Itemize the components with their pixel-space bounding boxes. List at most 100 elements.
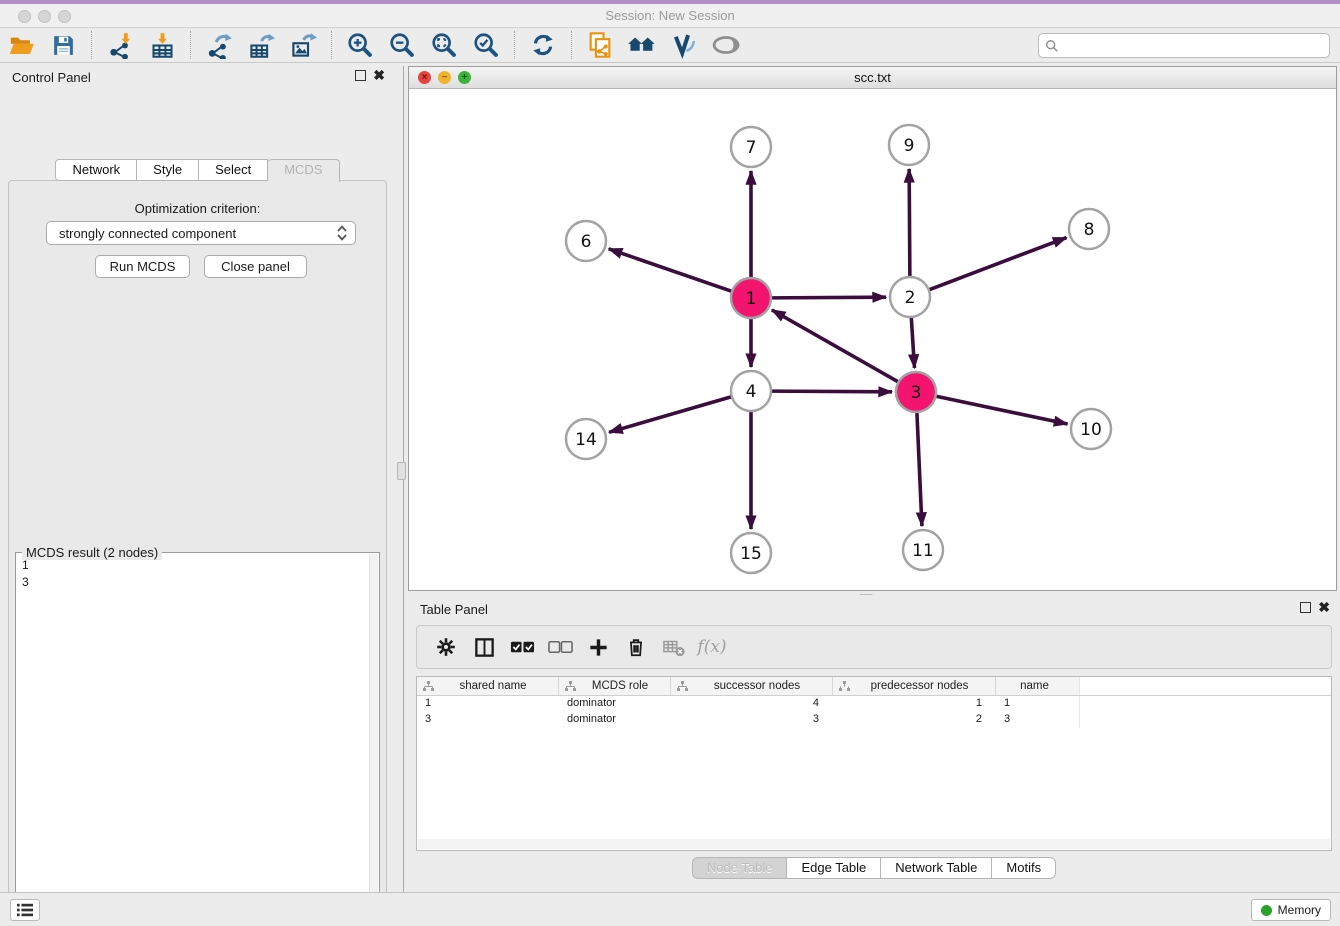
graph-edge-2-9[interactable]: [909, 169, 910, 277]
task-list-icon: [16, 902, 34, 918]
cell-shared-name[interactable]: 1: [417, 696, 559, 712]
graph-edge-3-10[interactable]: [936, 396, 1068, 424]
table-panel-tabs: Node Table Edge Table Network Table Moti…: [408, 857, 1340, 879]
graph-node-label-14: 14: [575, 430, 597, 450]
search-box[interactable]: [1038, 33, 1330, 58]
graph-edge-1-6[interactable]: [609, 249, 732, 292]
zoom-selected-icon[interactable]: [470, 30, 502, 60]
table-panel-title: Table Panel: [420, 602, 488, 617]
open-session-icon[interactable]: [5, 30, 37, 60]
cell-shared-name[interactable]: 3: [417, 712, 559, 728]
cell-successor-nodes[interactable]: 4: [671, 696, 833, 712]
select-all-icon[interactable]: [505, 631, 539, 663]
splitter-grip[interactable]: [397, 462, 406, 480]
save-session-icon[interactable]: [47, 30, 79, 60]
table-header-row: shared name MCDS role successor nodes pr…: [417, 677, 1331, 696]
graph-node-label-7: 7: [746, 138, 757, 158]
tab-style[interactable]: Style: [137, 159, 199, 181]
tab-select[interactable]: Select: [199, 159, 268, 181]
export-image-icon[interactable]: [287, 30, 319, 60]
deselect-all-icon[interactable]: [543, 631, 577, 663]
style-brush-icon[interactable]: [668, 30, 700, 60]
table-row[interactable]: 3 dominator 3 2 3: [417, 712, 1331, 728]
column-header-mcds-role[interactable]: MCDS role: [559, 677, 671, 695]
float-panel-icon[interactable]: [1300, 602, 1311, 613]
toolbar-separator: [91, 31, 92, 59]
network-window-title: scc.txt: [409, 70, 1336, 85]
tab-motifs[interactable]: Motifs: [992, 857, 1056, 879]
home-icon[interactable]: [626, 30, 658, 60]
optimization-criterion-select[interactable]: strongly connected component: [46, 221, 356, 245]
result-scrollbar[interactable]: [369, 554, 378, 926]
zoom-out-icon[interactable]: [386, 30, 418, 60]
selected-option: strongly connected component: [59, 226, 335, 241]
search-icon: [1045, 39, 1059, 53]
mcds-result-item[interactable]: 3: [22, 574, 363, 591]
graph-edge-3-11[interactable]: [917, 412, 922, 526]
node-table: shared name MCDS role successor nodes pr…: [416, 676, 1332, 851]
graph-node-label-2: 2: [905, 288, 916, 308]
import-table-icon[interactable]: [146, 30, 178, 60]
zoom-in-icon[interactable]: [344, 30, 376, 60]
mcds-result-group: MCDS result (2 nodes) 1 3: [15, 552, 380, 926]
memory-button[interactable]: Memory: [1251, 899, 1331, 921]
column-header-name[interactable]: name: [996, 677, 1080, 695]
graph-edge-1-2[interactable]: [771, 297, 886, 298]
refresh-icon[interactable]: [527, 30, 559, 60]
graph-edge-4-14[interactable]: [609, 397, 732, 433]
function-builder-icon[interactable]: f(x): [695, 631, 729, 663]
export-table-icon[interactable]: [245, 30, 277, 60]
cell-name[interactable]: 3: [996, 712, 1080, 728]
cell-successor-nodes[interactable]: 3: [671, 712, 833, 728]
status-bar: Memory: [0, 892, 1340, 926]
panel-splitter[interactable]: [395, 63, 408, 892]
mcds-tab-content: Optimization criterion: strongly connect…: [8, 180, 387, 926]
float-panel-icon[interactable]: [355, 70, 366, 81]
cell-mcds-role[interactable]: dominator: [559, 712, 671, 728]
task-console-button[interactable]: [10, 899, 40, 921]
close-panel-icon[interactable]: ✖: [1318, 602, 1330, 613]
cell-predecessor-nodes[interactable]: 2: [833, 712, 996, 728]
table-horizontal-scrollbar[interactable]: [418, 839, 1330, 849]
graph-edge-3-1[interactable]: [772, 310, 899, 382]
tab-node-table[interactable]: Node Table: [692, 857, 788, 879]
network-copy-icon[interactable]: [584, 30, 616, 60]
settings-gear-icon[interactable]: [429, 631, 463, 663]
table-row[interactable]: 1 dominator 4 1 1: [417, 696, 1331, 712]
close-panel-icon[interactable]: ✖: [373, 70, 385, 81]
delete-table-icon[interactable]: [657, 631, 691, 663]
export-network-icon[interactable]: [203, 30, 235, 60]
search-input[interactable]: [1059, 36, 1329, 56]
column-header-successor-nodes[interactable]: successor nodes: [671, 677, 833, 695]
main-toolbar: [0, 28, 1340, 63]
cell-predecessor-nodes[interactable]: 1: [833, 696, 996, 712]
tab-edge-table[interactable]: Edge Table: [787, 857, 881, 879]
tab-mcds[interactable]: MCDS: [268, 159, 339, 182]
run-mcds-button[interactable]: Run MCDS: [95, 255, 190, 278]
mcds-result-item[interactable]: 1: [22, 557, 363, 574]
cell-mcds-role[interactable]: dominator: [559, 696, 671, 712]
stepper-icon: [335, 224, 349, 242]
graph-edge-4-3[interactable]: [771, 391, 892, 392]
column-header-shared-name[interactable]: shared name: [417, 677, 559, 695]
column-header-predecessor-nodes[interactable]: predecessor nodes: [833, 677, 996, 695]
eye-icon[interactable]: [710, 30, 742, 60]
control-panel: Control Panel ✖ Network Style Select MCD…: [0, 63, 395, 892]
add-column-icon[interactable]: [581, 631, 615, 663]
network-window-titlebar[interactable]: × − + scc.txt: [409, 67, 1336, 89]
split-panel-icon[interactable]: [467, 631, 501, 663]
close-panel-button[interactable]: Close panel: [204, 255, 307, 278]
graph-edge-2-3[interactable]: [911, 317, 914, 368]
delete-column-icon[interactable]: [619, 631, 653, 663]
mcds-result-list[interactable]: 1 3: [16, 555, 369, 926]
tab-network-table[interactable]: Network Table: [881, 857, 992, 879]
column-type-icon: [839, 681, 850, 692]
tab-network[interactable]: Network: [55, 159, 137, 181]
import-network-icon[interactable]: [104, 30, 136, 60]
toolbar-separator: [514, 31, 515, 59]
cell-name[interactable]: 1: [996, 696, 1080, 712]
graph-node-label-10: 10: [1080, 420, 1102, 440]
graph-edge-2-8[interactable]: [929, 238, 1067, 290]
zoom-fit-icon[interactable]: [428, 30, 460, 60]
network-graph-canvas[interactable]: 1234678910111415: [409, 89, 1336, 590]
